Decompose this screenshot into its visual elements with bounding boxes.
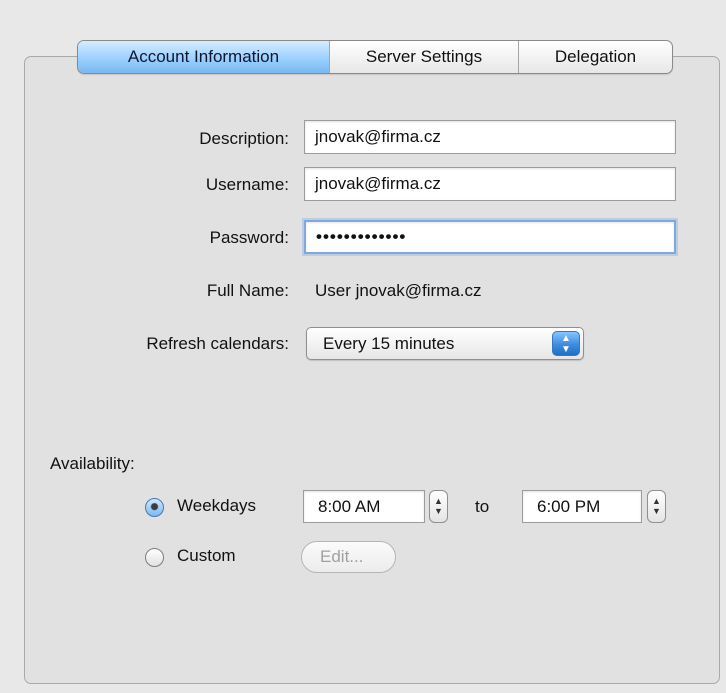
tab-bar: Account Information Server Settings Dele… [77,40,673,74]
full-name-value: User jnovak@firma.cz [315,281,482,300]
edit-button[interactable]: Edit... [301,541,396,573]
end-time-stepper-icon[interactable]: ▲ ▼ [647,490,666,523]
username-field[interactable]: jnovak@firma.cz [304,167,676,201]
to-label: to [475,497,490,516]
refresh-calendars-popup[interactable]: Every 15 minutes ▲ ▼ [306,327,584,360]
up-down-arrows-icon: ▲ ▼ [552,331,580,356]
username-label: Username: [205,175,289,194]
description-field[interactable]: jnovak@firma.cz [304,120,676,154]
refresh-calendars-value: Every 15 minutes [323,334,455,353]
password-label: Password: [209,228,289,247]
end-time-field[interactable]: 6:00 PM [522,490,642,523]
tab-account-information[interactable]: Account Information [78,41,329,73]
password-field[interactable]: ••••••••••••• [304,220,676,254]
custom-label: Custom [177,546,236,565]
start-time-stepper-icon[interactable]: ▲ ▼ [429,490,448,523]
tab-server-settings[interactable]: Server Settings [329,41,518,73]
full-name-label: Full Name: [206,281,289,300]
start-time-field[interactable]: 8:00 AM [303,490,425,523]
weekdays-radio[interactable] [145,498,164,517]
description-label: Description: [199,129,289,148]
availability-heading: Availability: [50,454,135,473]
custom-radio[interactable] [145,548,164,567]
refresh-calendars-label: Refresh calendars: [146,334,289,353]
weekdays-label: Weekdays [177,496,257,515]
tab-delegation[interactable]: Delegation [518,41,672,73]
